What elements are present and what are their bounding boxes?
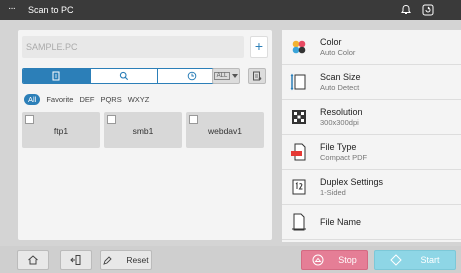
address-book-icon <box>52 71 60 81</box>
destination-checkbox[interactable] <box>25 115 34 124</box>
start-button[interactable]: Start <box>374 250 456 270</box>
index-tab-all[interactable]: All <box>24 94 41 105</box>
page-title: Scan to PC <box>28 5 74 15</box>
setting-value: 300x300dpi <box>320 117 359 127</box>
setting-color[interactable]: Color Auto Color <box>282 30 461 65</box>
host-input[interactable]: SAMPLE.PC <box>22 36 244 58</box>
home-button[interactable] <box>17 250 49 270</box>
scan-size-icon <box>288 71 310 93</box>
chevron-down-icon <box>232 74 239 78</box>
filter-label: ALL <box>213 72 231 80</box>
setting-duplex[interactable]: Duplex Settings 1-Sided <box>282 170 461 205</box>
setting-name: File Type <box>320 141 357 152</box>
search-icon <box>119 71 129 81</box>
setting-name: Duplex Settings <box>320 176 384 187</box>
setting-resolution[interactable]: Resolution 300x300dpi <box>282 100 461 135</box>
title-bar: ··· Scan to PC <box>0 0 461 20</box>
destination-checkbox[interactable] <box>189 115 198 124</box>
setting-name: Color <box>320 36 342 47</box>
destination-tile[interactable]: ftp1 <box>22 112 100 148</box>
destination-checkbox[interactable] <box>107 115 116 124</box>
address-book-tab[interactable] <box>23 69 91 83</box>
index-tabs: All Favorite DEF PQRS WXYZ <box>24 94 149 105</box>
view-mode-segment <box>22 68 226 84</box>
setting-value: Compact PDF <box>320 152 368 162</box>
title-bar-icons <box>399 3 435 17</box>
index-tab-def[interactable]: DEF <box>79 95 94 104</box>
stop-label: Stop <box>338 255 357 265</box>
setting-file-name[interactable]: File Name <box>282 205 461 240</box>
setting-value: Auto Color <box>320 47 356 57</box>
setting-value: 1-Sided <box>320 187 346 197</box>
clock-icon <box>187 71 196 81</box>
destination-tile[interactable]: smb1 <box>104 112 182 148</box>
destination-label: ftp1 <box>53 126 69 136</box>
duplex-icon <box>288 176 310 198</box>
setting-name: Resolution <box>320 106 363 117</box>
stop-icon <box>312 254 324 266</box>
setting-file-type[interactable]: File Type Compact PDF <box>282 135 461 170</box>
pencil-icon <box>103 255 113 265</box>
start-icon <box>390 254 403 266</box>
refresh-icon[interactable] <box>421 3 435 17</box>
index-tab-pqrs[interactable]: PQRS <box>100 95 121 104</box>
destination-list: ftp1 smb1 webdav1 <box>22 112 264 148</box>
document-detail-icon <box>253 71 262 81</box>
filter-dropdown[interactable]: ALL <box>212 68 240 84</box>
setting-name: Scan Size <box>320 71 361 82</box>
settings-panel: Color Auto Color Scan Size Auto Detect Res… <box>282 30 461 242</box>
home-icon <box>28 255 38 265</box>
destination-detail-button[interactable] <box>248 68 266 84</box>
bell-icon[interactable] <box>399 3 413 17</box>
stop-button[interactable]: Stop <box>301 250 368 270</box>
destination-label: smb1 <box>132 126 154 136</box>
index-tab-favorite[interactable]: Favorite <box>46 95 73 104</box>
resolution-icon <box>288 106 310 128</box>
menu-icon[interactable]: ··· <box>8 3 24 17</box>
add-destination-button[interactable]: + <box>250 36 268 58</box>
pdf-file-icon <box>288 141 310 163</box>
setting-scan-size[interactable]: Scan Size Auto Detect <box>282 65 461 100</box>
index-tab-wxyz[interactable]: WXYZ <box>128 95 150 104</box>
logout-icon <box>70 255 81 265</box>
color-icon <box>288 36 310 58</box>
logout-button[interactable] <box>60 250 92 270</box>
destination-label: webdav1 <box>207 126 243 136</box>
destination-tile[interactable]: webdav1 <box>186 112 264 148</box>
bottom-bar: Reset Stop Start <box>0 246 461 273</box>
destination-panel: SAMPLE.PC + ALL All Favorite DEF PQRS WX… <box>18 30 272 240</box>
search-tab[interactable] <box>90 69 159 83</box>
reset-button[interactable]: Reset <box>100 250 152 270</box>
setting-name: File Name <box>320 216 362 227</box>
document-icon <box>288 211 310 233</box>
setting-value: Auto Detect <box>320 82 360 92</box>
reset-label: Reset <box>126 255 149 265</box>
start-label: Start <box>420 255 440 265</box>
